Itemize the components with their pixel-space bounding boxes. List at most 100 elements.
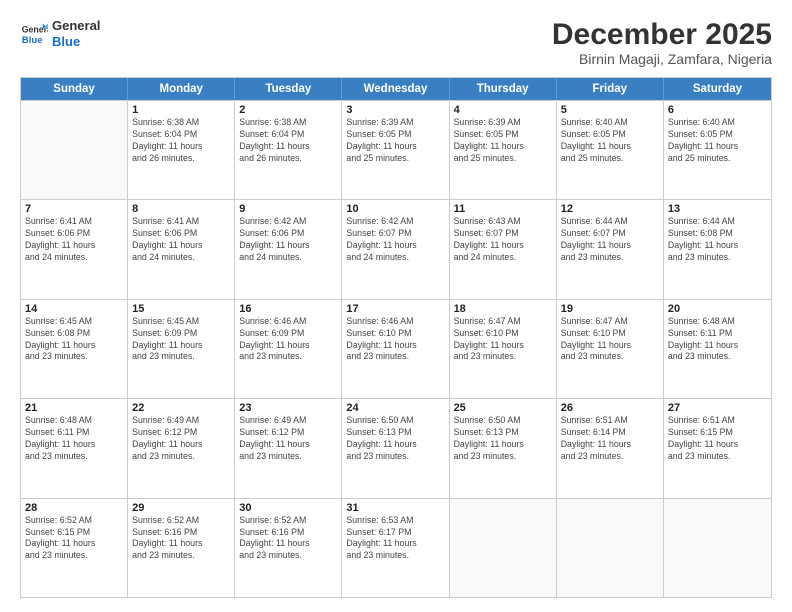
calendar-cell: 5Sunrise: 6:40 AM Sunset: 6:05 PM Daylig… [557,101,664,199]
calendar-cell: 25Sunrise: 6:50 AM Sunset: 6:13 PM Dayli… [450,399,557,497]
day-info: Sunrise: 6:38 AM Sunset: 6:04 PM Dayligh… [132,117,230,165]
day-info: Sunrise: 6:42 AM Sunset: 6:06 PM Dayligh… [239,216,337,264]
day-number: 25 [454,402,552,414]
day-number: 31 [346,502,444,514]
day-info: Sunrise: 6:50 AM Sunset: 6:13 PM Dayligh… [454,415,552,463]
calendar-cell: 10Sunrise: 6:42 AM Sunset: 6:07 PM Dayli… [342,200,449,298]
day-info: Sunrise: 6:49 AM Sunset: 6:12 PM Dayligh… [239,415,337,463]
calendar-cell [21,101,128,199]
calendar-cell: 6Sunrise: 6:40 AM Sunset: 6:05 PM Daylig… [664,101,771,199]
calendar-header-day: Wednesday [342,78,449,100]
day-info: Sunrise: 6:47 AM Sunset: 6:10 PM Dayligh… [454,316,552,364]
day-number: 17 [346,303,444,315]
logo-general: General [52,18,100,34]
day-info: Sunrise: 6:52 AM Sunset: 6:15 PM Dayligh… [25,515,123,563]
calendar: SundayMondayTuesdayWednesdayThursdayFrid… [20,77,772,598]
calendar-header-day: Tuesday [235,78,342,100]
calendar-cell: 8Sunrise: 6:41 AM Sunset: 6:06 PM Daylig… [128,200,235,298]
day-info: Sunrise: 6:44 AM Sunset: 6:07 PM Dayligh… [561,216,659,264]
calendar-week-row: 7Sunrise: 6:41 AM Sunset: 6:06 PM Daylig… [21,199,771,298]
day-number: 11 [454,203,552,215]
day-info: Sunrise: 6:52 AM Sunset: 6:16 PM Dayligh… [132,515,230,563]
calendar-cell: 7Sunrise: 6:41 AM Sunset: 6:06 PM Daylig… [21,200,128,298]
day-info: Sunrise: 6:43 AM Sunset: 6:07 PM Dayligh… [454,216,552,264]
day-number: 16 [239,303,337,315]
day-number: 30 [239,502,337,514]
day-info: Sunrise: 6:50 AM Sunset: 6:13 PM Dayligh… [346,415,444,463]
day-number: 3 [346,104,444,116]
calendar-cell [664,499,771,597]
day-number: 4 [454,104,552,116]
day-number: 26 [561,402,659,414]
calendar-cell: 12Sunrise: 6:44 AM Sunset: 6:07 PM Dayli… [557,200,664,298]
day-number: 6 [668,104,767,116]
page-title: December 2025 [552,18,772,51]
calendar-cell: 30Sunrise: 6:52 AM Sunset: 6:16 PM Dayli… [235,499,342,597]
day-info: Sunrise: 6:39 AM Sunset: 6:05 PM Dayligh… [454,117,552,165]
day-info: Sunrise: 6:52 AM Sunset: 6:16 PM Dayligh… [239,515,337,563]
day-info: Sunrise: 6:42 AM Sunset: 6:07 PM Dayligh… [346,216,444,264]
day-number: 5 [561,104,659,116]
day-info: Sunrise: 6:48 AM Sunset: 6:11 PM Dayligh… [25,415,123,463]
calendar-cell: 4Sunrise: 6:39 AM Sunset: 6:05 PM Daylig… [450,101,557,199]
calendar-header-day: Monday [128,78,235,100]
day-number: 19 [561,303,659,315]
calendar-cell: 26Sunrise: 6:51 AM Sunset: 6:14 PM Dayli… [557,399,664,497]
day-number: 1 [132,104,230,116]
day-number: 20 [668,303,767,315]
calendar-cell: 2Sunrise: 6:38 AM Sunset: 6:04 PM Daylig… [235,101,342,199]
day-info: Sunrise: 6:53 AM Sunset: 6:17 PM Dayligh… [346,515,444,563]
calendar-cell [450,499,557,597]
calendar-header-day: Thursday [450,78,557,100]
day-number: 27 [668,402,767,414]
calendar-cell: 29Sunrise: 6:52 AM Sunset: 6:16 PM Dayli… [128,499,235,597]
logo-icon: General Blue [20,20,48,48]
calendar-cell: 27Sunrise: 6:51 AM Sunset: 6:15 PM Dayli… [664,399,771,497]
day-number: 10 [346,203,444,215]
calendar-cell: 19Sunrise: 6:47 AM Sunset: 6:10 PM Dayli… [557,300,664,398]
day-info: Sunrise: 6:51 AM Sunset: 6:15 PM Dayligh… [668,415,767,463]
calendar-week-row: 1Sunrise: 6:38 AM Sunset: 6:04 PM Daylig… [21,100,771,199]
title-block: December 2025 Birnin Magaji, Zamfara, Ni… [552,18,772,67]
calendar-header-day: Friday [557,78,664,100]
calendar-body: 1Sunrise: 6:38 AM Sunset: 6:04 PM Daylig… [21,100,771,597]
calendar-cell [557,499,664,597]
calendar-week-row: 28Sunrise: 6:52 AM Sunset: 6:15 PM Dayli… [21,498,771,597]
calendar-cell: 17Sunrise: 6:46 AM Sunset: 6:10 PM Dayli… [342,300,449,398]
day-number: 18 [454,303,552,315]
calendar-cell: 21Sunrise: 6:48 AM Sunset: 6:11 PM Dayli… [21,399,128,497]
calendar-cell: 24Sunrise: 6:50 AM Sunset: 6:13 PM Dayli… [342,399,449,497]
logo: General Blue General Blue [20,18,100,49]
day-number: 13 [668,203,767,215]
day-info: Sunrise: 6:38 AM Sunset: 6:04 PM Dayligh… [239,117,337,165]
svg-text:Blue: Blue [22,34,43,45]
calendar-header-day: Sunday [21,78,128,100]
calendar-cell: 15Sunrise: 6:45 AM Sunset: 6:09 PM Dayli… [128,300,235,398]
day-number: 9 [239,203,337,215]
day-number: 22 [132,402,230,414]
calendar-cell: 3Sunrise: 6:39 AM Sunset: 6:05 PM Daylig… [342,101,449,199]
day-number: 14 [25,303,123,315]
day-info: Sunrise: 6:39 AM Sunset: 6:05 PM Dayligh… [346,117,444,165]
calendar-cell: 1Sunrise: 6:38 AM Sunset: 6:04 PM Daylig… [128,101,235,199]
logo-blue: Blue [52,34,100,50]
day-info: Sunrise: 6:46 AM Sunset: 6:09 PM Dayligh… [239,316,337,364]
day-info: Sunrise: 6:45 AM Sunset: 6:08 PM Dayligh… [25,316,123,364]
day-number: 12 [561,203,659,215]
day-info: Sunrise: 6:44 AM Sunset: 6:08 PM Dayligh… [668,216,767,264]
calendar-cell: 16Sunrise: 6:46 AM Sunset: 6:09 PM Dayli… [235,300,342,398]
day-info: Sunrise: 6:46 AM Sunset: 6:10 PM Dayligh… [346,316,444,364]
calendar-cell: 11Sunrise: 6:43 AM Sunset: 6:07 PM Dayli… [450,200,557,298]
calendar-cell: 9Sunrise: 6:42 AM Sunset: 6:06 PM Daylig… [235,200,342,298]
day-info: Sunrise: 6:45 AM Sunset: 6:09 PM Dayligh… [132,316,230,364]
day-number: 21 [25,402,123,414]
day-number: 8 [132,203,230,215]
day-number: 28 [25,502,123,514]
day-info: Sunrise: 6:49 AM Sunset: 6:12 PM Dayligh… [132,415,230,463]
day-number: 24 [346,402,444,414]
calendar-cell: 22Sunrise: 6:49 AM Sunset: 6:12 PM Dayli… [128,399,235,497]
calendar-week-row: 14Sunrise: 6:45 AM Sunset: 6:08 PM Dayli… [21,299,771,398]
calendar-cell: 14Sunrise: 6:45 AM Sunset: 6:08 PM Dayli… [21,300,128,398]
calendar-cell: 20Sunrise: 6:48 AM Sunset: 6:11 PM Dayli… [664,300,771,398]
calendar-cell: 23Sunrise: 6:49 AM Sunset: 6:12 PM Dayli… [235,399,342,497]
